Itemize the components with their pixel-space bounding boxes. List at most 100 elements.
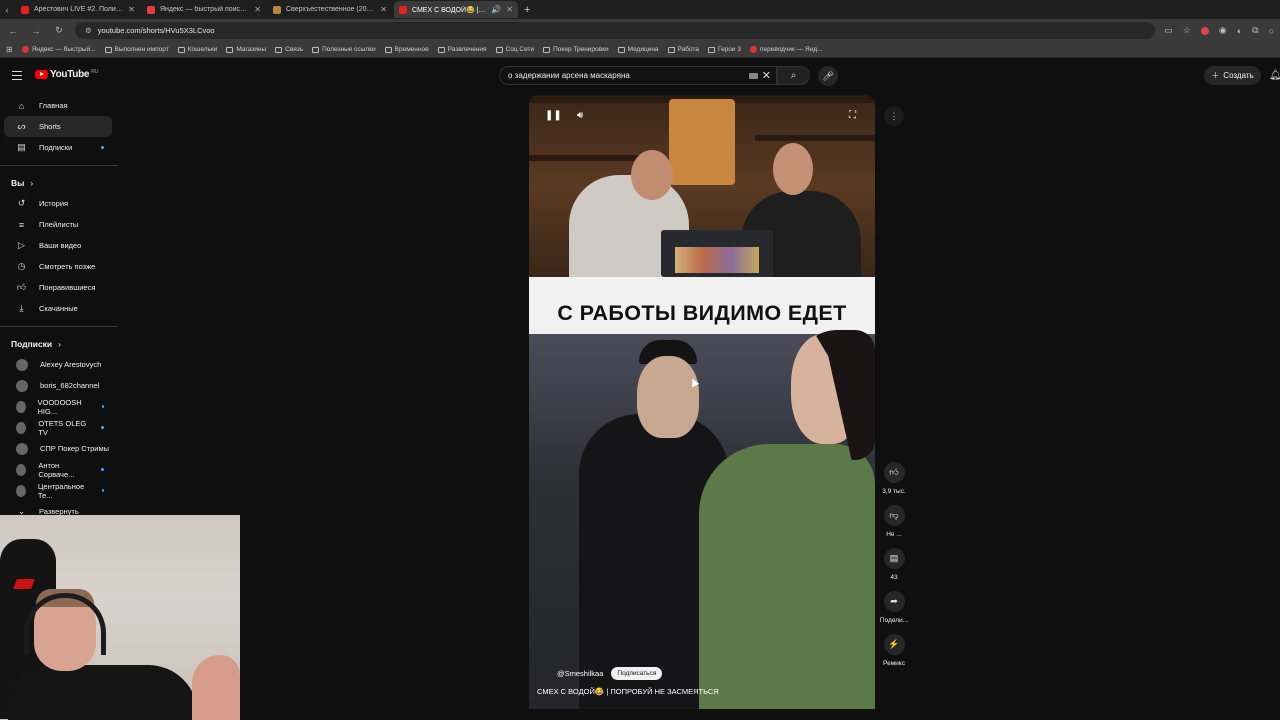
bookmark-folder[interactable]: Соц Сети	[495, 46, 535, 53]
sidebar-subscription[interactable]: Центральное Те...	[4, 480, 112, 501]
bookmark-folder[interactable]: Медицина	[617, 46, 659, 53]
subscribe-button[interactable]: Подписаться	[611, 667, 663, 680]
close-icon[interactable]: ✕	[128, 5, 135, 14]
bookmark[interactable]: Яндекс — быстрый...	[21, 46, 96, 53]
sidebar-subscription[interactable]: OTETS OLEG TV	[4, 417, 112, 438]
bookmark-star-icon[interactable]: ☆	[1183, 25, 1191, 36]
toolbar-icons: ▭ ☆ ◉ ◐ ⧉ ○	[1164, 25, 1274, 36]
remix-button[interactable]: ⚡ Ремикс	[874, 634, 914, 667]
more-options-icon[interactable]: ⋮	[884, 106, 904, 126]
bookmark-folder[interactable]: Полезные ссылки	[312, 46, 376, 53]
share-button[interactable]: ➦ Подели...	[874, 591, 914, 624]
browser-tab-active[interactable]: СМЕХ С ВОДОЙ😂 | ПОП 🔊 ✕	[394, 1, 518, 18]
sidebar-item-home[interactable]: ⌂ Главная	[4, 95, 112, 116]
back-icon[interactable]: ←	[6, 26, 20, 36]
cast-icon[interactable]: ▭	[1164, 25, 1173, 36]
bookmark-folder[interactable]: Кошельки	[177, 46, 217, 53]
laptop-sticker	[675, 247, 759, 273]
profile-icon[interactable]: ○	[1269, 26, 1274, 36]
search-icon: ⌕	[790, 70, 797, 81]
yandex-translate-icon	[749, 46, 757, 53]
speaker-icon[interactable]: 🔊	[491, 5, 501, 14]
video-caption: С РАБОТЫ ВИДИМО ЕДЕТ	[529, 277, 875, 334]
clear-search-icon[interactable]: ✕	[762, 69, 771, 82]
close-icon[interactable]: ✕	[254, 5, 261, 14]
avatar	[16, 358, 28, 371]
youtube-logo[interactable]: YouTube RU	[35, 69, 98, 80]
sidebar: ⌂ Главная ᔕ Shorts ▤ Подписки Вы › ↺ Ист…	[0, 94, 118, 516]
extension-icon[interactable]	[1200, 26, 1209, 35]
bookmarks-bar: ⊞ Яндекс — быстрый... Выполнен импорт Ко…	[0, 42, 1280, 58]
create-button[interactable]: ＋ Создать	[1204, 66, 1261, 85]
volume-icon[interactable]: 🔊︎	[577, 110, 583, 121]
video-title[interactable]: СМЕХ С ВОДОЙ😂 | ПОПРОБУЙ НЕ ЗАСМЕЯТЬСЯ	[537, 687, 719, 696]
new-tab-button[interactable]: +	[524, 4, 530, 16]
bookmark-label: Яндекс — быстрый...	[31, 46, 96, 53]
sidebar-subscription[interactable]: СПР Покер Стримы	[4, 438, 112, 459]
bookmark-folder[interactable]: Временное	[384, 46, 429, 53]
address-bar[interactable]: ⚙ youtube.com/shorts/HVu5X3LCvoo	[75, 22, 1156, 39]
extension-icon[interactable]: ◐	[1237, 26, 1242, 36]
new-content-dot	[101, 426, 104, 429]
close-icon[interactable]: ✕	[506, 5, 513, 14]
tab-search-icon[interactable]: ‹	[0, 5, 14, 15]
notifications-bell-icon[interactable]: 🔔︎	[1269, 70, 1280, 81]
bookmark-folder[interactable]: Герои 3	[707, 46, 741, 53]
sidebar-subscription[interactable]: boris_682channel	[4, 375, 112, 396]
extensions-puzzle-icon[interactable]: ⧉	[1252, 25, 1258, 36]
bookmark-label: Соц Сети	[505, 46, 535, 53]
channel-handle[interactable]: @Smeshilkaa	[557, 669, 603, 678]
sidebar-item-playlists[interactable]: ≡ Плейлисты	[4, 214, 112, 235]
browser-tab[interactable]: Сверхъестественное (2005, се ✕	[268, 1, 392, 18]
search-button[interactable]: ⌕	[777, 66, 810, 85]
site-info-icon[interactable]: ⚙	[85, 26, 92, 35]
bookmark-folder[interactable]: Выполнен импорт	[104, 46, 169, 53]
browser-tab[interactable]: Яндекс — быстрый поиск в и... ✕	[142, 1, 266, 18]
sidebar-item-shorts[interactable]: ᔕ Shorts	[4, 116, 112, 137]
voice-search-button[interactable]: 🎤︎	[818, 66, 838, 86]
video-top-scene	[529, 95, 875, 277]
sidebar-subscription[interactable]: VOODOOSH HIG...	[4, 396, 112, 417]
search-value: о задержании арсена маскаряна	[508, 71, 630, 80]
sidebar-subscription[interactable]: Alexey Arestovych	[4, 354, 112, 375]
sidebar-subscription[interactable]: Антон Сорваче...	[4, 459, 112, 480]
sidebar-section-subscriptions[interactable]: Подписки ›	[0, 334, 118, 354]
bookmark[interactable]: переводчик — Янд...	[749, 46, 822, 53]
menu-icon[interactable]	[12, 71, 22, 83]
browser-tab[interactable]: Арестович LIVE #2. Политико ✕	[16, 1, 140, 18]
fullscreen-icon[interactable]: ⛶	[849, 110, 856, 121]
downloads-icon: ⤓	[19, 303, 24, 313]
youtube-header: YouTube RU о задержании арсена маскаряна…	[0, 58, 1280, 94]
shorts-video-player[interactable]: С РАБОТЫ ВИДИМО ЕДЕТ ❚❚ 🔊︎ ⛶ @Smeshilkaa…	[529, 95, 875, 709]
liked-icon: 👍︎	[16, 282, 27, 292]
bookmark-folder[interactable]: Связь	[275, 46, 303, 53]
apps-grid-icon[interactable]: ⊞	[6, 45, 13, 54]
sidebar-section-you[interactable]: Вы ›	[0, 173, 118, 193]
search-input[interactable]: о задержании арсена маскаряна ✕	[499, 66, 777, 85]
youtube-play-icon	[35, 70, 48, 79]
comment-icon: ▤	[883, 548, 905, 569]
reload-icon[interactable]: ↻	[52, 25, 66, 36]
extension-icon[interactable]: ◉	[1219, 25, 1227, 36]
chevron-right-icon: ›	[58, 339, 61, 349]
close-icon[interactable]: ✕	[380, 5, 387, 14]
sidebar-item-watch-later[interactable]: ◷ Смотреть позже	[4, 256, 112, 277]
sidebar-item-subscriptions[interactable]: ▤ Подписки	[4, 137, 112, 158]
like-button[interactable]: 👍︎ 3,9 тыс.	[874, 462, 914, 495]
sidebar-item-downloads[interactable]: ⤓ Скачанные	[4, 298, 112, 319]
bookmark-label: Связь	[285, 46, 304, 53]
bookmark-folder[interactable]: Магазины	[226, 46, 266, 53]
sidebar-item-liked[interactable]: 👍︎ Понравившиеся	[4, 277, 112, 298]
bookmark-folder[interactable]: Работа	[667, 46, 699, 53]
bookmark-folder[interactable]: Покер Тренировки	[543, 46, 609, 53]
sidebar-item-history[interactable]: ↺ История	[4, 193, 112, 214]
dislike-button[interactable]: 👎︎ Не ...	[874, 505, 914, 538]
pause-icon[interactable]: ❚❚	[545, 110, 562, 121]
sidebar-item-your-videos[interactable]: ▷ Ваши видео	[4, 235, 112, 256]
forward-icon[interactable]: →	[29, 26, 43, 36]
bookmark-label: Покер Тренировки	[553, 46, 609, 53]
comments-button[interactable]: ▤ 43	[874, 548, 914, 581]
keyboard-icon[interactable]	[749, 73, 758, 79]
bookmark-folder[interactable]: Развлечения	[437, 46, 487, 53]
sidebar-item-label: Shorts	[39, 122, 61, 131]
